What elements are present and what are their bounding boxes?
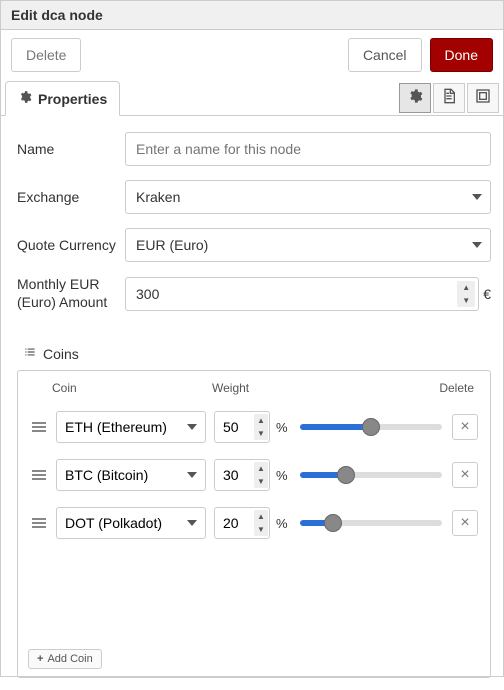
form-area: Name Exchange Kraken Quote Currency EUR …	[1, 116, 503, 333]
layout-view-button[interactable]	[467, 83, 499, 113]
chevron-up-icon[interactable]: ▲	[254, 510, 268, 523]
weight-stepper[interactable]: ▲ ▼	[254, 462, 268, 488]
exchange-label: Exchange	[17, 189, 125, 206]
monthly-amount-input[interactable]	[125, 277, 479, 311]
coins-column-headers: Coin Weight Delete	[28, 381, 480, 403]
drag-handle-icon[interactable]	[30, 422, 48, 432]
add-coin-label: Add Coin	[47, 653, 92, 665]
currency-suffix: €	[483, 286, 491, 302]
close-icon: ×	[460, 419, 469, 435]
exchange-select[interactable]: Kraken	[125, 180, 491, 214]
close-icon: ×	[460, 515, 469, 531]
remove-coin-button[interactable]: ×	[452, 510, 478, 536]
add-coin-button[interactable]: + Add Coin	[28, 649, 102, 669]
coins-section-label: Coins	[43, 346, 79, 362]
document-view-button[interactable]	[433, 83, 465, 113]
weight-slider[interactable]	[300, 424, 442, 430]
chevron-up-icon[interactable]: ▲	[254, 414, 268, 427]
chevron-down-icon[interactable]: ▼	[457, 294, 475, 307]
delete-button[interactable]: Delete	[11, 38, 81, 72]
remove-coin-button[interactable]: ×	[452, 414, 478, 440]
document-icon	[441, 88, 457, 107]
quote-currency-select[interactable]: EUR (Euro)	[125, 228, 491, 262]
col-header-weight: Weight	[212, 381, 302, 395]
weight-stepper[interactable]: ▲ ▼	[254, 510, 268, 536]
coin-row: BTC (Bitcoin) ▲ ▼ % ×	[28, 451, 480, 499]
coin-select[interactable]: ETH (Ethereum)	[56, 411, 206, 443]
drag-handle-icon[interactable]	[30, 518, 48, 528]
weight-slider[interactable]	[300, 520, 442, 526]
dialog-title: Edit dca node	[1, 1, 503, 30]
weight-slider[interactable]	[300, 472, 442, 478]
monthly-amount-label: Monthly EUR (Euro) Amount	[17, 276, 125, 311]
weight-stepper[interactable]: ▲ ▼	[254, 414, 268, 440]
chevron-up-icon[interactable]: ▲	[457, 281, 475, 294]
percent-sign: %	[276, 468, 288, 483]
done-button[interactable]: Done	[430, 38, 493, 72]
header-actions: Delete Cancel Done	[1, 30, 503, 80]
chevron-up-icon[interactable]: ▲	[254, 462, 268, 475]
percent-sign: %	[276, 516, 288, 531]
chevron-down-icon[interactable]: ▼	[254, 427, 268, 440]
coins-table: Coin Weight Delete ETH (Ethereum) ▲ ▼ % …	[17, 370, 491, 678]
tab-properties-label: Properties	[38, 91, 107, 107]
name-input[interactable]	[125, 132, 491, 166]
gear-icon	[18, 90, 32, 107]
tab-properties[interactable]: Properties	[5, 81, 120, 116]
quote-currency-label: Quote Currency	[17, 237, 125, 254]
coin-select[interactable]: BTC (Bitcoin)	[56, 459, 206, 491]
chevron-down-icon[interactable]: ▼	[254, 475, 268, 488]
tabs-row: Properties	[1, 80, 503, 116]
close-icon: ×	[460, 467, 469, 483]
list-icon	[23, 345, 37, 362]
gear-icon	[407, 88, 423, 107]
coin-row: DOT (Polkadot) ▲ ▼ % ×	[28, 499, 480, 547]
tab-tools	[399, 80, 499, 115]
col-header-delete: Delete	[439, 381, 474, 395]
settings-view-button[interactable]	[399, 83, 431, 113]
chevron-down-icon[interactable]: ▼	[254, 523, 268, 536]
coin-select[interactable]: DOT (Polkadot)	[56, 507, 206, 539]
drag-handle-icon[interactable]	[30, 470, 48, 480]
layout-icon	[475, 88, 491, 107]
coin-row: ETH (Ethereum) ▲ ▼ % ×	[28, 403, 480, 451]
amount-stepper[interactable]: ▲ ▼	[457, 281, 475, 307]
remove-coin-button[interactable]: ×	[452, 462, 478, 488]
coins-section-header: Coins	[23, 345, 491, 362]
percent-sign: %	[276, 420, 288, 435]
col-header-coin: Coin	[52, 381, 202, 395]
name-label: Name	[17, 141, 125, 158]
cancel-button[interactable]: Cancel	[348, 38, 422, 72]
plus-icon: +	[37, 653, 43, 665]
